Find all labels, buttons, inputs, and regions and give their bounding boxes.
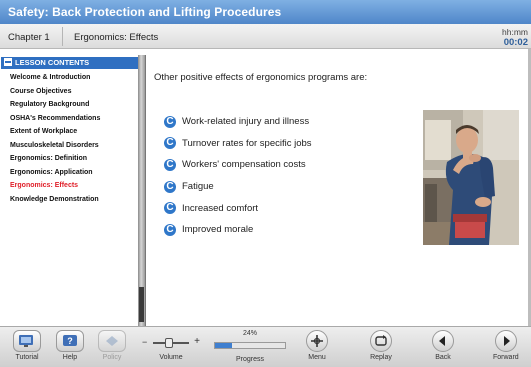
effects-list: C Work-related injury and illness C Turnov… [164, 111, 312, 241]
svg-text:?: ? [67, 336, 73, 346]
back-label: Back [435, 354, 451, 361]
lesson-sidebar: LESSON CONTENTS Welcome & Introduction C… [0, 55, 140, 326]
sidebar-item-welcome[interactable]: Welcome & Introduction [10, 73, 100, 87]
help-icon: ? [56, 330, 84, 352]
progress-percent: 24% [242, 330, 257, 337]
sidebar-item-regulatory-background[interactable]: Regulatory Background [10, 100, 100, 114]
tutorial-label: Tutorial [15, 354, 39, 361]
replay-icon [370, 330, 392, 352]
photo-illustration [423, 110, 519, 245]
list-item: C Workers' compensation costs [164, 154, 312, 176]
list-item-text: Workers' compensation costs [182, 159, 306, 171]
menu-button[interactable]: Menu [306, 330, 328, 361]
elapsed-time: 00:02 [503, 37, 528, 48]
policy-label: Policy [102, 354, 122, 361]
replay-button[interactable]: Replay [370, 330, 392, 361]
volume-plus-icon[interactable]: + [194, 336, 200, 347]
list-item-text: Turnover rates for specific jobs [182, 137, 312, 149]
sidebar-item-osha-recommendations[interactable]: OSHA's Recommendations [10, 114, 100, 128]
list-item: C Improved morale [164, 219, 312, 241]
policy-icon [98, 330, 126, 352]
c-bullet-icon: C [164, 180, 176, 193]
c-bullet-icon: C [164, 202, 176, 215]
list-item: C Turnover rates for specific jobs [164, 133, 312, 155]
forward-label: Forward [493, 354, 519, 361]
list-item: C Fatigue [164, 176, 312, 198]
volume-label: Volume [159, 354, 183, 361]
tutorial-button[interactable]: Tutorial [13, 330, 41, 361]
back-button[interactable]: Back [432, 330, 454, 361]
sidebar-item-musculoskeletal-disorders[interactable]: Musculoskeletal Disorders [10, 141, 100, 155]
replay-label: Replay [370, 354, 392, 361]
volume-control[interactable]: − + Volume [140, 332, 202, 361]
progress-label: Progress [235, 356, 264, 363]
forward-arrow-icon [494, 330, 517, 352]
lesson-menu: Welcome & Introduction Course Objectives… [10, 73, 100, 208]
forward-button[interactable]: Forward [493, 330, 519, 361]
c-bullet-icon: C [164, 223, 176, 236]
sidebar-item-ergonomics-effects[interactable]: Ergonomics: Effects [10, 181, 100, 195]
list-item-text: Increased comfort [182, 202, 259, 214]
list-item-text: Fatigue [182, 181, 214, 193]
menu-icon [306, 330, 328, 352]
worker-shoulder-pain-photo [423, 110, 519, 245]
c-bullet-icon: C [164, 137, 176, 150]
progress-indicator: 24% Progress [212, 330, 288, 363]
collapse-icon[interactable] [4, 58, 12, 66]
progress-fill [215, 343, 232, 348]
menu-label: Menu [308, 354, 326, 361]
volume-minus-icon[interactable]: − [142, 337, 147, 347]
policy-button[interactable]: Policy [98, 330, 126, 361]
lesson-content: Other positive effects of ergonomics pro… [145, 55, 528, 326]
progress-bar [214, 342, 286, 349]
chapter-label: Chapter 1 [8, 32, 50, 43]
c-bullet-icon: C [164, 158, 176, 171]
topic-label: Ergonomics: Effects [74, 32, 159, 43]
lesson-contents-label: LESSON CONTENTS [15, 58, 90, 67]
list-item-text: Improved morale [182, 224, 254, 236]
splitter-grip[interactable] [139, 287, 144, 322]
time-format: hh:mm [502, 27, 528, 37]
sidebar-item-course-objectives[interactable]: Course Objectives [10, 87, 100, 101]
help-button[interactable]: ? Help [56, 330, 84, 361]
volume-slider-row: − + [140, 332, 202, 354]
sidebar-item-ergonomics-application[interactable]: Ergonomics: Application [10, 168, 100, 182]
back-arrow-icon [432, 330, 454, 352]
sidebar-item-extent-of-workplace[interactable]: Extent of Workplace [10, 127, 100, 141]
lesson-contents-header[interactable]: LESSON CONTENTS [1, 57, 138, 69]
chapter-divider [62, 27, 63, 46]
help-label: Help [62, 354, 78, 361]
volume-knob[interactable] [165, 338, 173, 348]
sidebar-item-ergonomics-definition[interactable]: Ergonomics: Definition [10, 154, 100, 168]
list-item: C Increased comfort [164, 197, 312, 219]
panel-splitter[interactable] [138, 55, 145, 326]
window-title: Safety: Back Protection and Lifting Proc… [0, 0, 531, 24]
chapter-bar: Chapter 1 Ergonomics: Effects hh:mm 00:0… [0, 24, 531, 49]
list-item-text: Work-related injury and illness [182, 116, 310, 128]
bottom-toolbar: Tutorial ? Help Policy − + Volume 24% Pr… [0, 326, 531, 367]
list-item: C Work-related injury and illness [164, 111, 312, 133]
sidebar-item-knowledge-demonstration[interactable]: Knowledge Demonstration [10, 195, 100, 209]
c-bullet-icon: C [164, 115, 176, 128]
tutorial-icon [13, 330, 41, 352]
content-intro: Other positive effects of ergonomics pro… [154, 72, 368, 83]
